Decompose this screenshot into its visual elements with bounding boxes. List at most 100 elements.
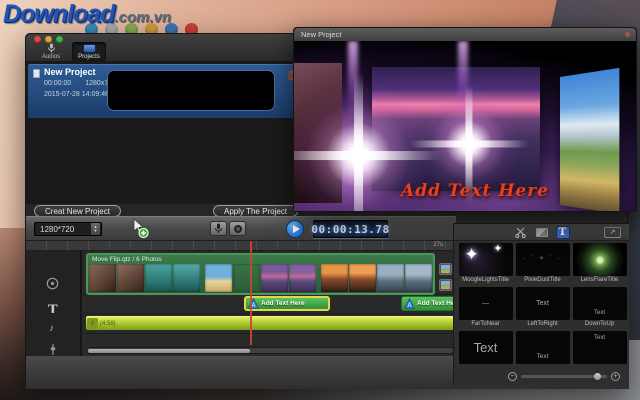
watermark-suffix: .com.vn [114,9,171,26]
microphone-icon [214,223,223,234]
timecode-value: 00:00:13.78 [311,223,389,236]
project-title: New Project [44,67,96,77]
export-button[interactable]: ↗ [604,227,621,238]
project-datetime: 2015-07-28 14:09:46 [44,91,109,98]
music-clip-label: (4:58) [100,321,116,327]
text-clip[interactable]: A Add Text Here [401,296,459,311]
project-duration: 00:00:00 [44,80,71,87]
preview-window-button[interactable] [625,32,630,37]
video-thumbnail[interactable] [117,264,144,292]
music-note-icon: ♪ [87,318,98,329]
timeline-scrollbar[interactable] [86,347,454,354]
effect-cell[interactable]: LensFlareTitle [571,243,628,285]
watermark-brand: Download [3,0,114,28]
video-thumbnail[interactable] [349,264,376,292]
svg-text:A: A [251,303,255,309]
effect-sample-text: Text [516,353,570,360]
tab-audios-label: Audios [42,53,60,61]
preview-canvas[interactable]: Add Text Here [294,41,636,211]
effect-cell[interactable]: Text [571,331,628,373]
zoom-in-icon[interactable]: + [611,372,620,381]
add-photos-slot-icon[interactable] [439,263,452,275]
effect-sample-text: Text [573,335,627,341]
tab-audios[interactable]: Audios [34,42,68,61]
effect-thumbnail[interactable]: Text [516,331,570,364]
track-separator [26,313,459,314]
track-separator [26,333,459,334]
effect-thumbnail[interactable] [573,243,627,276]
project-list-panel: New Project 00:00:001280x720 2015-07-28 … [26,62,306,204]
effect-cell[interactable]: —FarToNear [457,287,514,329]
preview-title: New Project [301,30,341,39]
transitions-tool[interactable] [514,226,528,239]
video-thumbnail[interactable] [377,264,404,292]
text-clip-selected[interactable]: A Add Text Here [244,296,330,311]
text-effects-grid: ✦✦MoogleLightsTitle· ˙ ✧ ˙ ·PixieDustTit… [457,243,628,373]
effects-panel-header: T ↗ [454,224,629,241]
tab-projects[interactable]: Projects [72,42,106,61]
effect-thumbnail[interactable]: — [459,287,513,320]
video-thumbnail[interactable] [233,264,260,292]
preview-window: New Project Add Text Here [293,27,637,212]
effect-label: PixieDustTitle [524,276,560,285]
text-clip-label: Add Text Here [261,300,305,307]
effect-thumbnail[interactable]: Text [459,331,513,364]
effect-thumbnail[interactable]: Text [573,331,627,364]
timeline-ruler[interactable]: 27s [26,241,459,251]
effect-cell[interactable]: Text [457,331,514,373]
tab-projects-label: Projects [78,53,100,61]
video-group-label: Move Flip.qtz / 6 Photos [88,255,433,264]
preview-overlay-text[interactable]: Add Text Here [324,181,626,201]
effect-label: DownToUp [585,320,614,329]
photo-icon [441,281,450,289]
effects-panel: T ↗ ✦✦MoogleLightsTitle· ˙ ✧ ˙ ·PixieDus… [453,223,629,386]
project-thumbnail [107,70,275,111]
video-thumbnail[interactable] [89,264,116,292]
video-thumbnail[interactable] [405,264,432,292]
effect-thumbnail[interactable]: Text [573,287,627,320]
video-thumbnail[interactable] [173,264,200,292]
resolution-value: 1280*720 [35,225,91,234]
effect-cell[interactable]: Text [514,331,571,373]
text-effect-badge-icon: A [404,298,415,309]
download-watermark: Download.com.vn [3,0,171,29]
video-thumbnail[interactable] [261,264,288,292]
video-thumbnail[interactable] [145,264,172,292]
effect-thumbnail[interactable]: Text [516,287,570,320]
video-thumbnail[interactable] [321,264,348,292]
cursor-add-icon [130,218,150,239]
video-track-icon [46,277,59,290]
resolution-select[interactable]: 1280*720 ▲▼ [34,222,102,236]
photos-tool[interactable] [535,226,549,239]
zoom-slider-knob[interactable] [594,373,601,380]
effect-sample-text: Text [573,310,627,316]
video-track-group[interactable]: Move Flip.qtz / 6 Photos [86,253,435,295]
effect-thumbnail[interactable]: · ˙ ✧ ˙ · [516,243,570,276]
svg-text:A: A [407,303,411,309]
effect-cell[interactable]: Text DownToUp [571,287,628,329]
video-thumbnail[interactable] [289,264,316,292]
zoom-out-icon[interactable]: − [508,372,517,381]
effect-sample-text: — [459,300,513,307]
preview-title-bar[interactable]: New Project [294,28,636,41]
record-voice-button[interactable] [210,221,227,236]
scrollbar-thumb[interactable] [88,349,250,353]
play-button[interactable] [286,220,304,238]
effect-thumbnail[interactable]: ✦✦ [459,243,513,276]
record-camera-button[interactable] [229,221,246,236]
text-tool-selected[interactable]: T [556,226,570,239]
add-photos-slot-icon[interactable] [439,279,452,291]
zoom-slider-track[interactable] [521,375,607,378]
video-thumbnail[interactable] [205,264,232,292]
project-list-item[interactable]: New Project 00:00:001280x720 2015-07-28 … [28,64,303,118]
image-icon [536,228,548,237]
music-clip[interactable]: ♪ (4:58) [86,316,456,330]
effect-cell[interactable]: ✦✦MoogleLightsTitle [457,243,514,285]
effect-cell[interactable]: · ˙ ✧ ˙ ·PixieDustTitle [514,243,571,285]
thumbnail-zoom-slider: − + [508,372,620,381]
playhead[interactable] [250,241,252,345]
sparkle-icon: ✦ [493,243,502,255]
resolution-stepper[interactable]: ▲▼ [91,223,100,235]
effect-cell[interactable]: TextLeftToRight [514,287,571,329]
play-icon [293,225,300,233]
